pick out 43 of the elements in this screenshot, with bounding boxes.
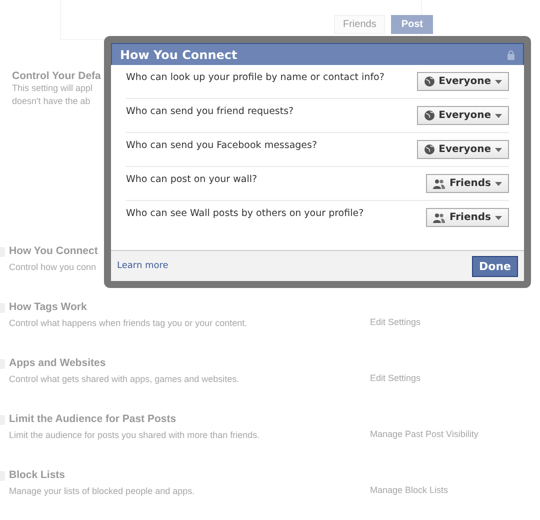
audience-button[interactable]: Friends [334,15,386,34]
lock-icon [507,50,515,60]
section-description: Control how you conn [9,261,96,274]
setting-question: Who can see Wall posts by others on your profile? [126,208,364,219]
setting-question: Who can send you Facebook messages? [126,140,318,151]
edit-link[interactable]: Manage Block Lists [370,485,448,495]
setting-question: Who can look up your profile by name or contact info? [126,72,384,83]
setting-question: Who can post on your wall? [126,174,258,185]
edit-link[interactable]: Edit Settings [370,317,421,327]
audience-dropdown[interactable]: Friends [426,208,509,227]
edit-link[interactable]: Manage Past Post Visibility [370,429,478,439]
caret-icon [495,80,502,84]
post-button[interactable]: Post [391,15,433,34]
learn-more-link[interactable]: Learn more [117,261,168,271]
section-title: Apps and Websites [9,357,106,369]
audience-dropdown[interactable]: Everyone [416,140,509,159]
dialog-title: How You Connect [120,48,238,62]
section-description: Limit the audience for posts you shared with more than friends. [9,429,260,442]
section-description: doesn't have the ab [12,95,90,108]
section-title: How You Connect [9,245,98,257]
caret-icon [495,148,502,152]
section-description: Control what gets shared with apps, games and websites. [9,373,240,386]
audience-dropdown[interactable]: Everyone [416,72,509,91]
people-icon [433,178,446,188]
globe-icon [424,76,435,87]
section-title: Block Lists [9,469,66,481]
section-title: Control Your Defa [12,70,101,82]
section-description: Manage your lists of blocked people and apps. [9,485,195,498]
caret-icon [495,114,502,118]
setting-question: Who can send you friend requests? [126,106,294,117]
caret-icon [495,182,502,186]
section-description: This setting will appl [12,82,93,95]
audience-dropdown[interactable]: Everyone [416,106,509,125]
caret-icon [495,216,502,220]
people-icon [433,212,446,222]
done-button[interactable]: Done [472,256,518,276]
section-description: Control what happens when friends tag you or your content. [9,317,248,330]
globe-icon [424,110,435,121]
section-title: How Tags Work [9,301,87,313]
section-title: Limit the Audience for Past Posts [9,413,176,425]
edit-link[interactable]: Edit Settings [370,373,421,383]
audience-dropdown[interactable]: Friends [426,174,509,193]
globe-icon [424,144,435,155]
